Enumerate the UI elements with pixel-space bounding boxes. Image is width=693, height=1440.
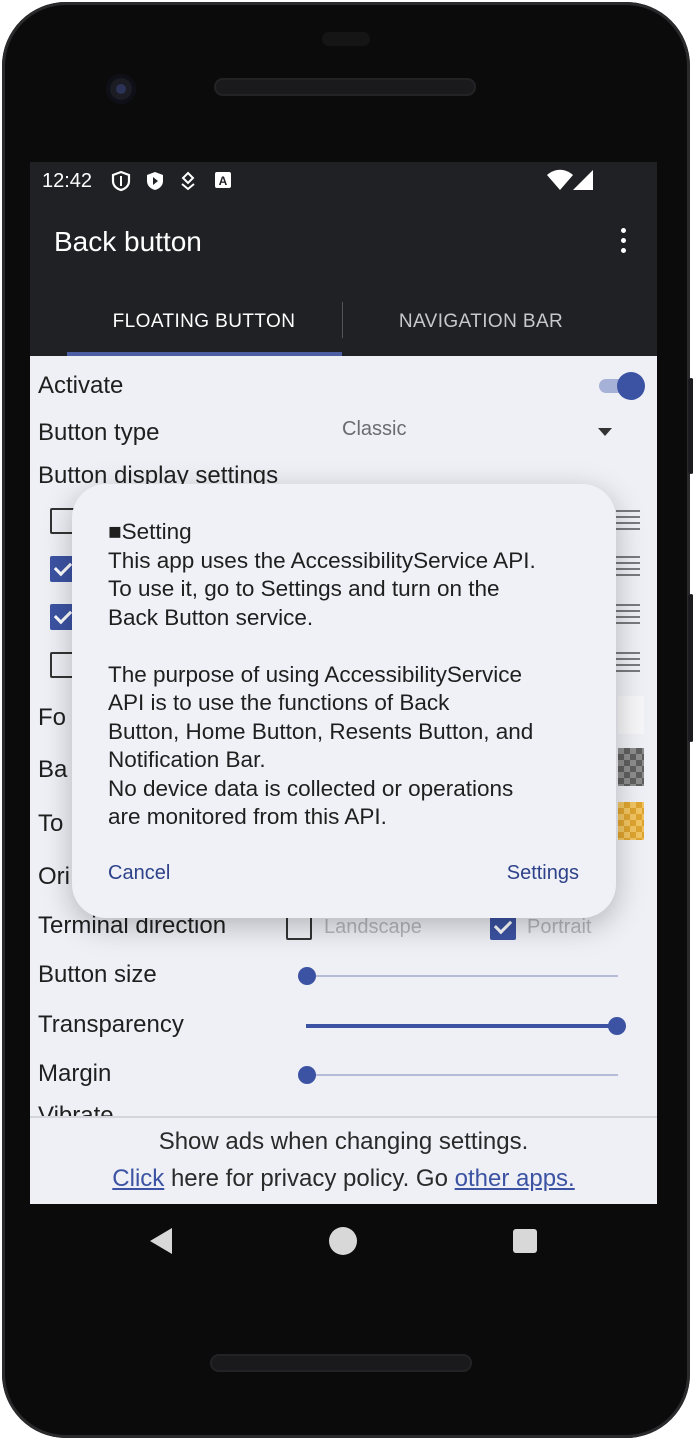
- ad-banner: Show ads when changing settings. Click h…: [30, 1116, 657, 1204]
- system-nav-bar: [30, 1204, 657, 1278]
- location-icon: [181, 171, 195, 191]
- privacy-middle-text: here for privacy policy. Go: [164, 1165, 455, 1192]
- svg-text:A: A: [219, 174, 228, 188]
- wifi-icon: [547, 169, 573, 190]
- back-icon[interactable]: [150, 1228, 172, 1254]
- settings-button[interactable]: Settings: [507, 862, 579, 885]
- top-speaker: [214, 78, 476, 96]
- earpiece-sensor: [322, 32, 370, 46]
- front-camera: [106, 74, 136, 104]
- signal-icon: [573, 170, 593, 190]
- status-bar: 12:42 A: [30, 162, 657, 200]
- other-apps-link[interactable]: other apps.: [455, 1165, 575, 1192]
- bottom-speaker: [210, 1354, 472, 1372]
- privacy-policy-link[interactable]: Click: [112, 1165, 164, 1192]
- cancel-button[interactable]: Cancel: [108, 862, 170, 885]
- shield-icon: [111, 170, 131, 192]
- shield-check-icon: [147, 172, 163, 190]
- recents-icon[interactable]: [513, 1229, 537, 1253]
- accessibility-dialog: ■Setting This app uses the Accessibility…: [72, 484, 616, 918]
- privacy-line: Click here for privacy policy. Go other …: [30, 1165, 657, 1193]
- a-icon: A: [215, 172, 231, 188]
- home-icon[interactable]: [329, 1227, 357, 1255]
- ad-notice: Show ads when changing settings.: [158, 1128, 529, 1155]
- status-time: 12:42: [42, 170, 93, 192]
- volume-button: [688, 378, 693, 474]
- dialog-message: ■Setting This app uses the Accessibility…: [108, 519, 536, 829]
- power-button: [688, 594, 693, 742]
